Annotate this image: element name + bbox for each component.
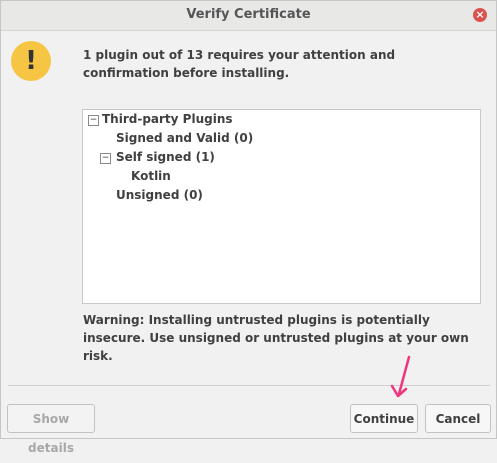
- dialog-title: Verify Certificate: [186, 7, 311, 22]
- attention-message: 1 plugin out of 13 requires your attenti…: [83, 48, 396, 80]
- collapse-icon-self-signed[interactable]: −: [100, 153, 111, 164]
- cancel-button[interactable]: Cancel: [425, 404, 491, 433]
- continue-button[interactable]: Continue: [350, 404, 418, 433]
- tree-item-third-party-plugins[interactable]: Third-party Plugins: [102, 112, 233, 126]
- collapse-icon-third-party[interactable]: −: [88, 115, 99, 126]
- plugin-tree[interactable]: − Third-party Plugins Signed and Valid (…: [82, 109, 481, 304]
- tree-item-kotlin[interactable]: Kotlin: [131, 169, 171, 183]
- verify-certificate-dialog: Verify Certificate × ! 1 plugin out of 1…: [0, 0, 497, 455]
- show-details-button[interactable]: Show details: [7, 404, 95, 455]
- tree-item-signed-and-valid[interactable]: Signed and Valid (0): [116, 131, 253, 145]
- warning-icon: !: [11, 41, 51, 81]
- close-icon[interactable]: ×: [473, 8, 487, 22]
- tree-item-self-signed[interactable]: Self signed (1): [116, 150, 215, 164]
- tree-item-unsigned[interactable]: Unsigned (0): [116, 188, 203, 202]
- button-separator: [8, 385, 490, 386]
- security-warning: Warning: Installing untrusted plugins is…: [83, 313, 469, 363]
- title-bar: Verify Certificate ×: [1, 1, 496, 31]
